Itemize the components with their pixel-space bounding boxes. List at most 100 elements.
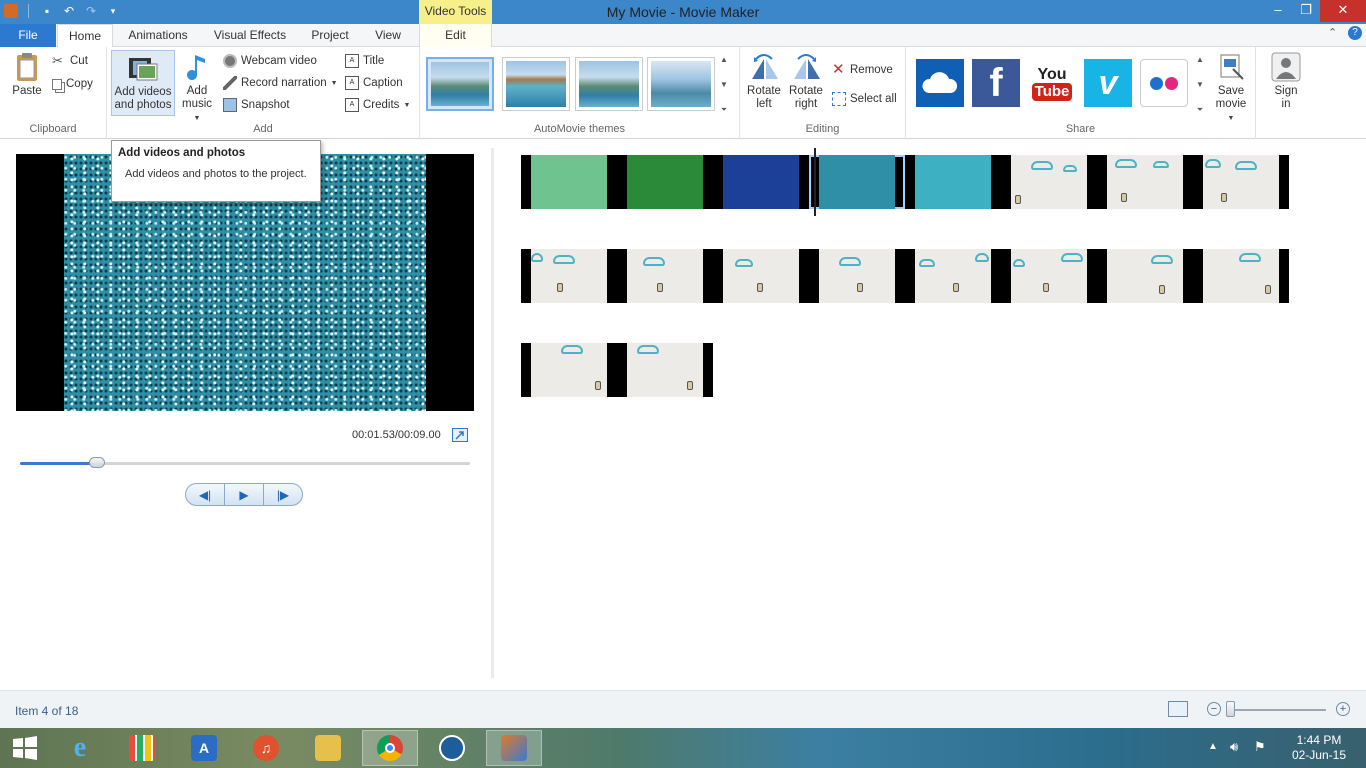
chrome-icon	[377, 735, 403, 761]
storyboard-clip-11[interactable]	[713, 249, 809, 303]
credits-label: Credits	[363, 99, 400, 111]
save-movie-label-1: Save	[1217, 85, 1245, 97]
share-gallery-scroll[interactable]: ▲ ▼ ⏷	[1194, 55, 1206, 115]
storyboard-clip-3[interactable]	[713, 155, 809, 209]
clip-thumbnail	[627, 343, 703, 397]
storyboard-clip-16[interactable]	[1193, 249, 1289, 303]
clip-thumbnail	[1203, 249, 1279, 303]
sign-in-button[interactable]: Sign in	[1268, 51, 1304, 111]
volume-icon[interactable]: 🔊︎	[1230, 739, 1238, 768]
tab-animations[interactable]: Animations	[118, 24, 198, 47]
taskbar-music-app[interactable]: ♫	[238, 730, 294, 766]
record-narration-button[interactable]: Record narration ▼	[223, 74, 338, 92]
close-button[interactable]: ✕	[1320, 0, 1366, 22]
previous-frame-button[interactable]: ◀|	[186, 484, 225, 505]
minimize-button[interactable]: –	[1264, 0, 1292, 22]
webcam-video-button[interactable]: Webcam video	[223, 52, 317, 70]
storyboard-clip-9[interactable]	[521, 249, 617, 303]
taskbar-clock[interactable]: 1:44 PM 02-Jun-15	[1292, 733, 1346, 763]
vimeo-icon[interactable]: v	[1084, 59, 1132, 107]
action-center-icon[interactable]: ⚑	[1254, 739, 1266, 768]
zoom-in-button[interactable]: +	[1336, 702, 1350, 716]
rotate-right-button[interactable]: Rotate right	[788, 51, 824, 111]
tab-file[interactable]: File	[0, 24, 56, 47]
gallery-expand-icon[interactable]: ⏷	[1197, 105, 1203, 115]
fullscreen-preview-button[interactable]	[452, 428, 468, 442]
next-frame-button[interactable]: |▶	[264, 484, 302, 505]
taskbar-file-explorer[interactable]	[300, 730, 356, 766]
add-videos-and-photos-button[interactable]: Add videos and photos	[111, 50, 175, 116]
pane-splitter[interactable]	[491, 148, 494, 678]
seek-thumb[interactable]	[88, 457, 105, 468]
theme-item-3[interactable]	[575, 57, 643, 111]
scroll-down-icon[interactable]: ▼	[1196, 80, 1204, 89]
storyboard-clip-5[interactable]	[905, 155, 1001, 209]
zoom-slider-thumb[interactable]	[1226, 701, 1235, 717]
caption-button[interactable]: A Caption	[345, 74, 403, 92]
onedrive-icon[interactable]	[916, 59, 964, 107]
zoom-out-button[interactable]: −	[1207, 702, 1221, 716]
tab-home[interactable]: Home	[57, 24, 113, 48]
rotate-left-button[interactable]: Rotate left	[746, 51, 782, 111]
figure-drawing	[1015, 195, 1021, 204]
seek-bar[interactable]	[20, 457, 470, 468]
storyboard-clip-14[interactable]	[1001, 249, 1097, 303]
storyboard-clip-12[interactable]	[809, 249, 905, 303]
scroll-down-icon[interactable]: ▼	[720, 80, 728, 89]
taskbar-internet-explorer[interactable]: e	[52, 730, 108, 766]
remove-button[interactable]: ✕ Remove	[832, 61, 893, 79]
collapse-ribbon-icon[interactable]: ⌃	[1328, 26, 1337, 39]
tab-view[interactable]: View	[364, 24, 412, 47]
theme-item-1[interactable]	[426, 57, 494, 111]
storyboard-clip-13[interactable]	[905, 249, 1001, 303]
theme-item-2[interactable]	[502, 57, 570, 111]
storyboard-playhead[interactable]	[814, 148, 816, 216]
credits-icon: A	[345, 98, 359, 112]
snapshot-button[interactable]: Snapshot	[223, 96, 290, 114]
youtube-icon[interactable]: You Tube	[1028, 59, 1076, 107]
timecode: 00:01.53/00:09.00	[352, 429, 441, 441]
scroll-up-icon[interactable]: ▲	[1196, 55, 1204, 64]
tab-project[interactable]: Project	[302, 24, 358, 47]
help-icon[interactable]: ?	[1348, 26, 1362, 40]
taskbar-chrome[interactable]	[362, 730, 418, 766]
storyboard-clip-10[interactable]	[617, 249, 713, 303]
copy-button[interactable]: Copy	[52, 75, 93, 93]
credits-button[interactable]: A Credits ▼	[345, 96, 410, 114]
taskbar-movie-maker[interactable]	[486, 730, 542, 766]
zoom-slider-track[interactable]	[1228, 709, 1326, 711]
facebook-icon[interactable]: f	[972, 59, 1020, 107]
storyboard-clip-7[interactable]	[1097, 155, 1193, 209]
storyboard-clip-15[interactable]	[1097, 249, 1193, 303]
title-button[interactable]: A Title	[345, 52, 384, 70]
storyboard-clip-4[interactable]	[809, 155, 905, 209]
flickr-icon[interactable]	[1140, 59, 1188, 107]
storyboard-clip-6[interactable]	[1001, 155, 1097, 209]
paste-button[interactable]: Paste	[8, 51, 46, 98]
start-button[interactable]	[0, 730, 50, 766]
storyboard-clip-17[interactable]	[521, 343, 617, 397]
flickr-pink-dot	[1165, 76, 1178, 90]
storyboard-clip-1[interactable]	[521, 155, 617, 209]
paste-label: Paste	[12, 85, 42, 97]
show-hidden-icons[interactable]: ▲	[1208, 741, 1218, 768]
storyboard-clip-8[interactable]	[1193, 155, 1289, 209]
scroll-up-icon[interactable]: ▲	[720, 55, 728, 64]
thumbnail-size-icon[interactable]	[1168, 701, 1188, 717]
add-music-button[interactable]: Add music ▼	[179, 51, 215, 125]
maximize-button[interactable]: ❐	[1292, 0, 1320, 22]
save-movie-button[interactable]: Save movie ▼	[1212, 51, 1250, 125]
storyboard-clip-18[interactable]	[617, 343, 713, 397]
themes-gallery-scroll[interactable]: ▲ ▼ ⏷	[718, 55, 730, 115]
taskbar-store[interactable]	[114, 730, 170, 766]
theme-item-4[interactable]	[647, 57, 715, 111]
gallery-expand-icon[interactable]: ⏷	[721, 105, 727, 115]
select-all-button[interactable]: Select all	[832, 90, 897, 108]
taskbar-word-app[interactable]: A	[176, 730, 232, 766]
tab-edit[interactable]: Edit	[419, 24, 492, 47]
play-button[interactable]: ▶	[225, 484, 264, 505]
storyboard-clip-2[interactable]	[617, 155, 713, 209]
taskbar-media-app[interactable]	[424, 730, 480, 766]
cut-button[interactable]: ✂ Cut	[52, 52, 88, 70]
tab-visual-effects[interactable]: Visual Effects	[206, 24, 294, 47]
